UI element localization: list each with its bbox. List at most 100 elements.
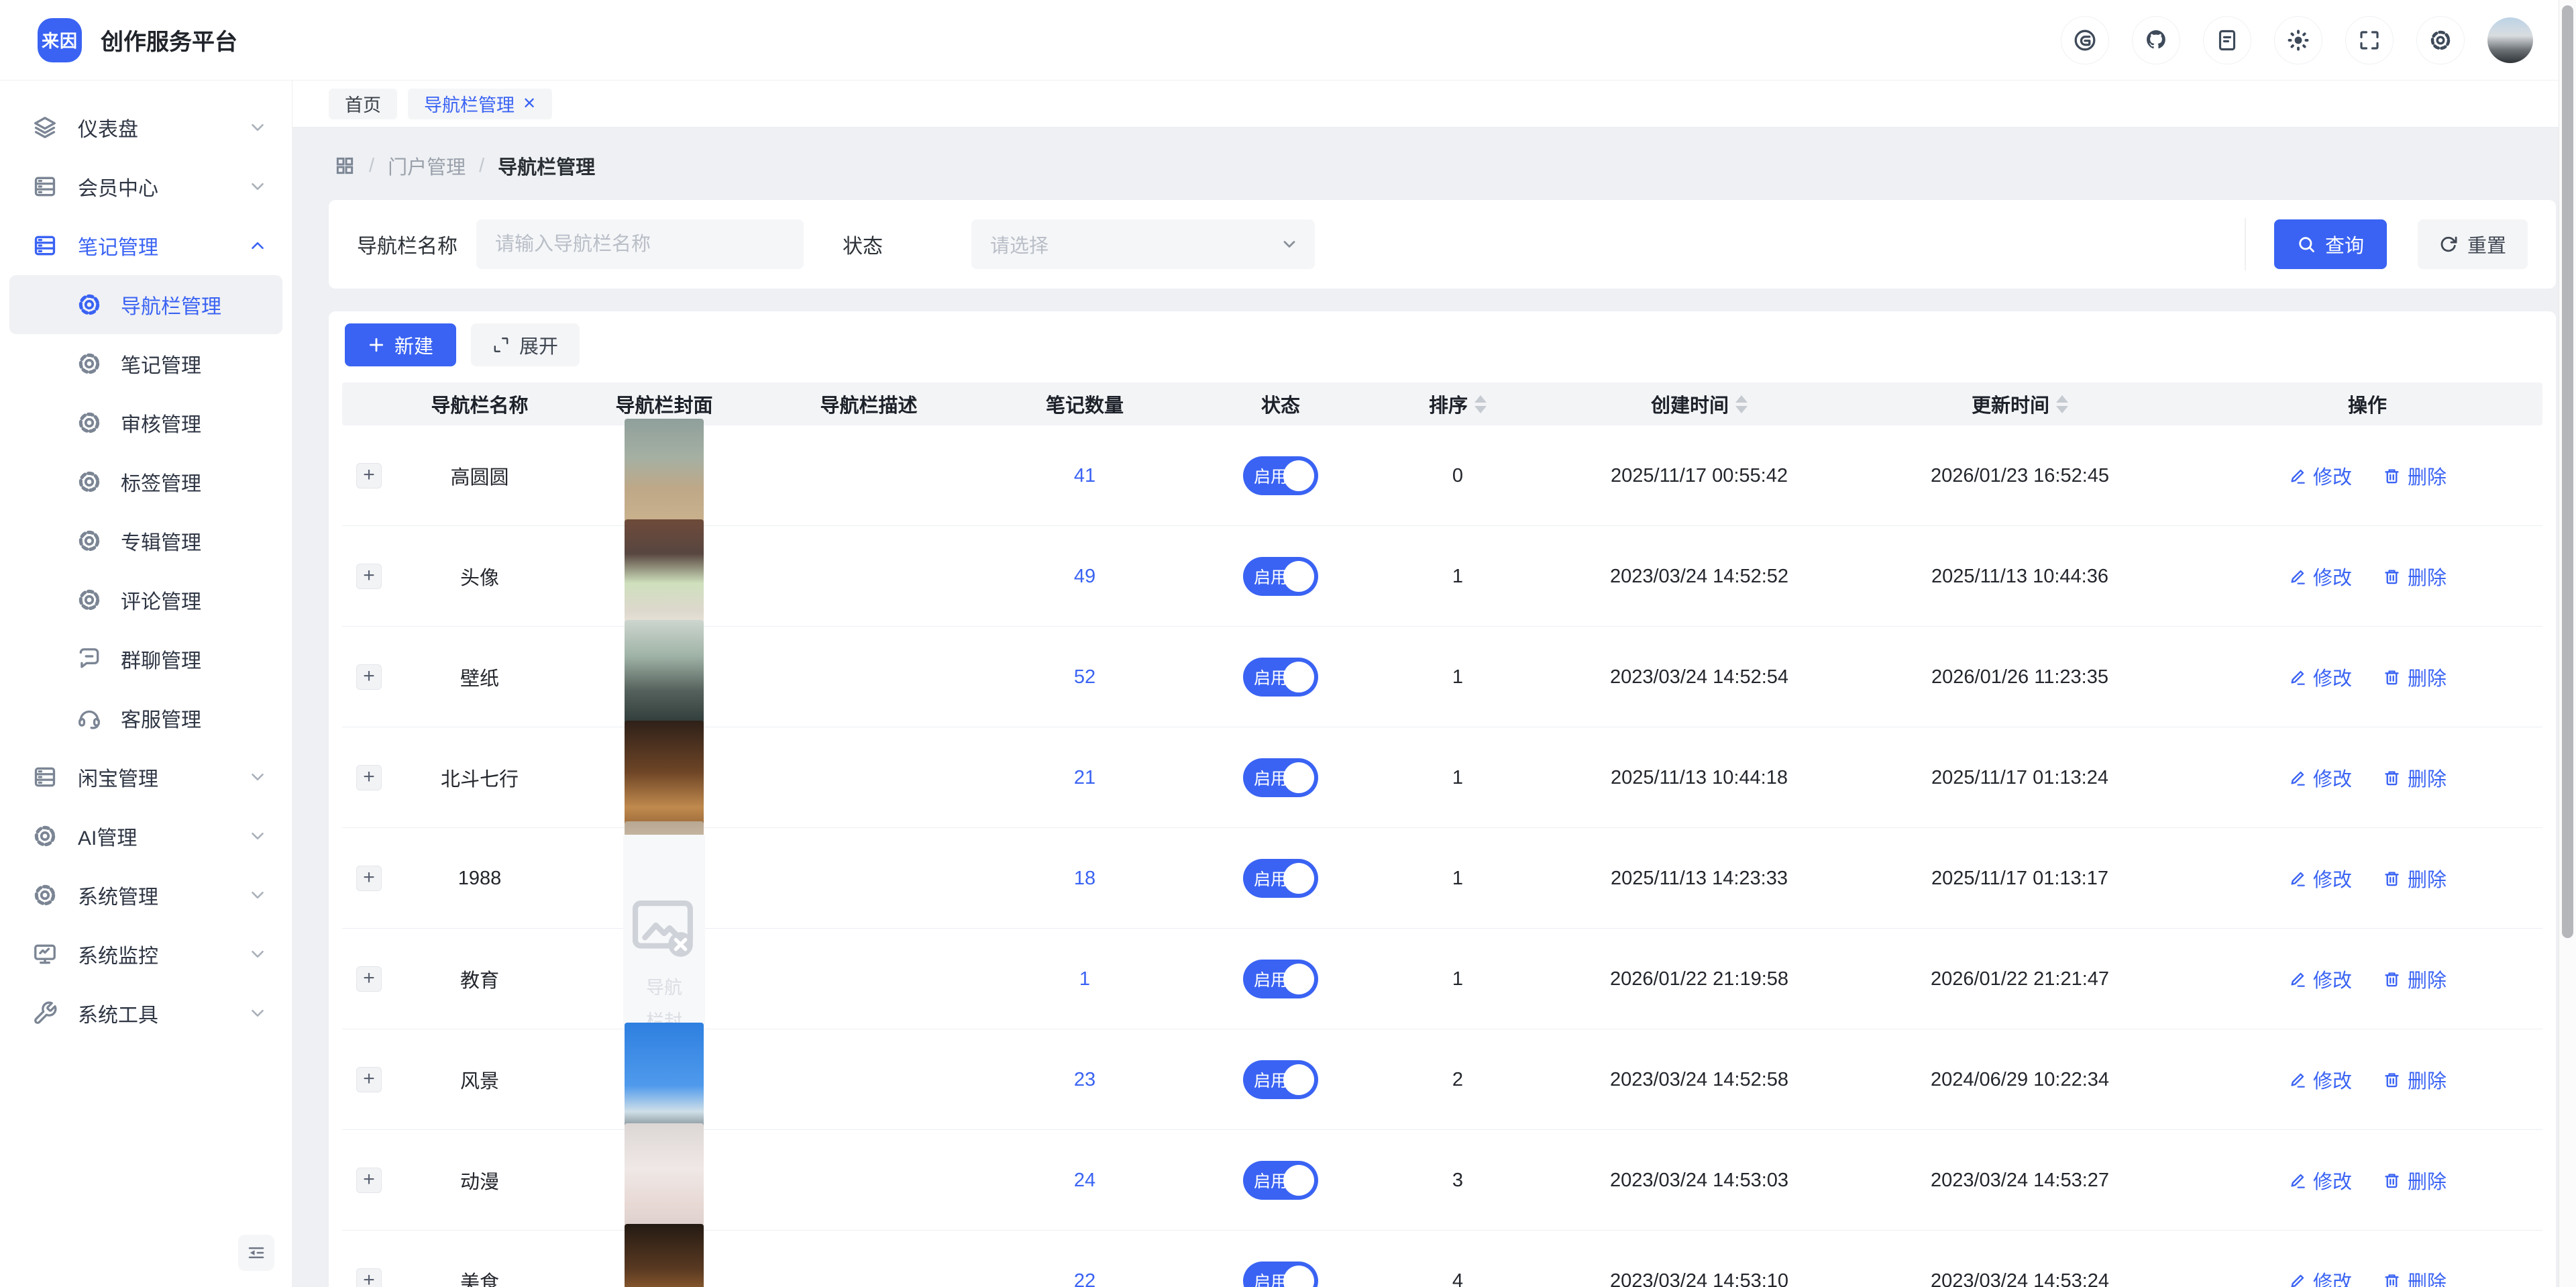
tab-1[interactable]: 导航栏管理 ✕ — [408, 89, 552, 119]
sidebar-item-2[interactable]: 笔记管理 — [0, 216, 292, 275]
sidebar-subitem-2-7[interactable]: 客服管理 — [9, 688, 282, 748]
expand-row-button[interactable]: + — [356, 664, 382, 690]
cover-image[interactable] — [625, 419, 704, 533]
page-scrollbar-track[interactable] — [2559, 0, 2576, 1287]
document-button[interactable] — [2203, 16, 2251, 64]
delete-button[interactable]: 删除 — [2383, 965, 2447, 993]
note-count-link[interactable]: 41 — [1074, 465, 1095, 486]
delete-button[interactable]: 删除 — [2383, 1166, 2447, 1194]
status-toggle[interactable]: 启用 — [1243, 1060, 1318, 1099]
status-label: 状态 — [843, 229, 883, 259]
sort-icon[interactable] — [2056, 395, 2068, 413]
sidebar-item-3[interactable]: 闲宝管理 — [0, 748, 292, 807]
edit-button[interactable]: 修改 — [2288, 864, 2352, 892]
delete-button[interactable]: 删除 — [2383, 663, 2447, 691]
sidebar-item-1[interactable]: 会员中心 — [0, 157, 292, 216]
status-toggle[interactable]: 启用 — [1243, 758, 1318, 797]
cover-image[interactable] — [625, 721, 704, 835]
sidebar-subitem-2-2[interactable]: 审核管理 — [9, 393, 282, 452]
delete-button[interactable]: 删除 — [2383, 764, 2447, 792]
edit-button[interactable]: 修改 — [2288, 663, 2352, 691]
note-count-link[interactable]: 18 — [1074, 868, 1095, 889]
updated-time: 2025/11/13 10:44:36 — [1847, 566, 2192, 588]
gitee-button[interactable] — [2061, 16, 2109, 64]
note-count-link[interactable]: 24 — [1074, 1170, 1095, 1191]
create-button[interactable]: 新建 — [345, 323, 456, 366]
theme-button[interactable] — [2274, 16, 2322, 64]
status-toggle[interactable]: 启用 — [1243, 658, 1318, 697]
cover-image[interactable] — [625, 519, 704, 633]
delete-button[interactable]: 删除 — [2383, 1267, 2447, 1287]
note-count-link[interactable]: 22 — [1074, 1270, 1095, 1287]
expand-row-button[interactable]: + — [356, 564, 382, 589]
delete-button[interactable]: 删除 — [2383, 562, 2447, 590]
edit-button[interactable]: 修改 — [2288, 764, 2352, 792]
tab-0[interactable]: 首页 — [329, 89, 397, 119]
sort-icon[interactable] — [1735, 395, 1748, 413]
sidebar-subitem-2-4[interactable]: 专辑管理 — [9, 511, 282, 570]
sidebar-item-7[interactable]: 系统工具 — [0, 984, 292, 1043]
column-header-6[interactable]: 创建时间 — [1551, 390, 1847, 418]
sidebar-subitem-2-5[interactable]: 评论管理 — [9, 570, 282, 629]
status-toggle[interactable]: 启用 — [1243, 1161, 1318, 1200]
sidebar-item-4[interactable]: AI管理 — [0, 807, 292, 866]
sidebar-item-6[interactable]: 系统监控 — [0, 925, 292, 984]
status-toggle[interactable]: 启用 — [1243, 859, 1318, 898]
expand-row-button[interactable]: + — [356, 463, 382, 488]
expand-row-button[interactable]: + — [356, 1168, 382, 1193]
breadcrumb-item[interactable]: 门户管理 — [388, 152, 466, 180]
expand-row-button[interactable]: + — [356, 765, 382, 790]
status-toggle[interactable]: 启用 — [1243, 1262, 1318, 1287]
column-header-5[interactable]: 排序 — [1364, 390, 1551, 418]
expand-row-button[interactable]: + — [356, 1067, 382, 1092]
edit-button[interactable]: 修改 — [2288, 1267, 2352, 1287]
delete-button[interactable]: 删除 — [2383, 462, 2447, 490]
sidebar-item-5[interactable]: 系统管理 — [0, 866, 292, 925]
grid-icon[interactable] — [334, 155, 356, 176]
sidebar-subitem-2-6[interactable]: 群聊管理 — [9, 629, 282, 688]
search-button[interactable]: 查询 — [2274, 219, 2387, 269]
status-toggle[interactable]: 启用 — [1243, 557, 1318, 596]
expand-row-button[interactable]: + — [356, 966, 382, 992]
sidebar-subitem-2-3[interactable]: 标签管理 — [9, 452, 282, 511]
sidebar-subitem-2-1[interactable]: 笔记管理 — [9, 334, 282, 393]
status-toggle[interactable]: 启用 — [1243, 456, 1318, 495]
sidebar-subitem-2-0[interactable]: 导航栏管理 — [9, 275, 282, 334]
expand-row-button[interactable]: + — [356, 866, 382, 891]
close-icon[interactable]: ✕ — [523, 96, 536, 112]
cover-image[interactable] — [625, 620, 704, 734]
edit-button[interactable]: 修改 — [2288, 965, 2352, 993]
edit-button[interactable]: 修改 — [2288, 1066, 2352, 1094]
sidebar-subitem-label: 群聊管理 — [121, 644, 201, 674]
reset-button[interactable]: 重置 — [2418, 219, 2528, 269]
fullscreen-button[interactable] — [2345, 16, 2394, 64]
column-header-7[interactable]: 更新时间 — [1847, 390, 2192, 418]
cover-image[interactable] — [625, 1224, 704, 1287]
cover-image[interactable] — [625, 1023, 704, 1137]
trash-icon — [2383, 1272, 2401, 1287]
user-avatar[interactable] — [2487, 17, 2533, 63]
sidebar-item-0[interactable]: 仪表盘 — [0, 98, 292, 157]
status-select[interactable]: 请选择 — [971, 219, 1315, 269]
note-count-link[interactable]: 21 — [1074, 767, 1095, 788]
sort-icon[interactable] — [1474, 395, 1487, 413]
delete-button[interactable]: 删除 — [2383, 864, 2447, 892]
edit-button[interactable]: 修改 — [2288, 462, 2352, 490]
status-toggle[interactable]: 启用 — [1243, 960, 1318, 998]
expand-all-button[interactable]: 展开 — [471, 323, 580, 366]
page-scrollbar-thumb[interactable] — [2562, 5, 2573, 938]
github-button[interactable] — [2132, 16, 2180, 64]
note-count-link[interactable]: 49 — [1074, 566, 1095, 587]
edit-button[interactable]: 修改 — [2288, 562, 2352, 590]
nav-name-input[interactable] — [476, 219, 804, 269]
trash-icon — [2383, 970, 2401, 988]
cover-image[interactable] — [625, 1123, 704, 1237]
collapse-sidebar-button[interactable] — [238, 1235, 274, 1271]
expand-row-button[interactable]: + — [356, 1268, 382, 1287]
note-count-link[interactable]: 23 — [1074, 1069, 1095, 1090]
edit-button[interactable]: 修改 — [2288, 1166, 2352, 1194]
settings-button[interactable] — [2416, 16, 2465, 64]
delete-button[interactable]: 删除 — [2383, 1066, 2447, 1094]
note-count-link[interactable]: 1 — [1079, 968, 1090, 990]
note-count-link[interactable]: 52 — [1074, 666, 1095, 688]
